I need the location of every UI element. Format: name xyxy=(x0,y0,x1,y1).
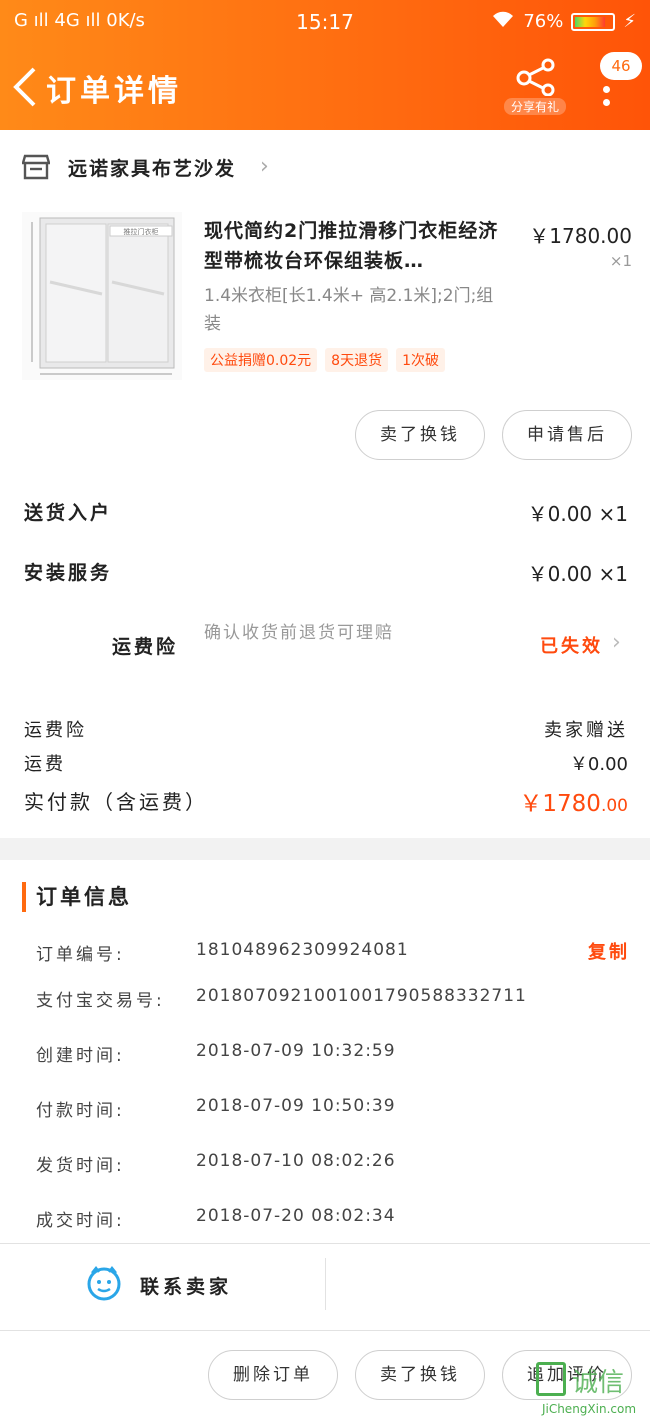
tag-donation: 公益捐赠0.02元 xyxy=(204,348,318,372)
order-number-label: 订单编号: xyxy=(36,945,125,965)
shipped-time-label: 发货时间: xyxy=(36,1156,125,1176)
summary-shipping-value: ￥0.00 xyxy=(569,754,628,775)
service-install-label: 安装服务 xyxy=(24,562,113,584)
shop-name: 远诺家具布艺沙发 xyxy=(68,158,237,180)
paid-time-label: 付款时间: xyxy=(36,1101,125,1121)
summary-shipping-label: 运费 xyxy=(24,754,66,775)
back-arrow-icon[interactable] xyxy=(10,66,40,108)
product-thumbnail[interactable]: 推拉门衣柜 xyxy=(22,212,182,380)
charging-icon: ⚡ xyxy=(623,11,636,32)
created-time-value: 2018-07-09 10:32:59 xyxy=(196,1041,396,1061)
contact-seller-button[interactable]: 联系卖家 xyxy=(140,1272,232,1299)
divider xyxy=(0,1243,650,1244)
chevron-right-icon[interactable]: › xyxy=(612,630,621,655)
service-delivery-label: 送货入户 xyxy=(24,502,113,524)
sell-for-cash-button-bottom[interactable]: 卖了换钱 xyxy=(355,1350,485,1400)
message-badge[interactable]: 46 xyxy=(600,52,642,80)
tag-return: 8天退货 xyxy=(325,348,389,372)
section-gap xyxy=(0,838,650,860)
summary-paid-value: ￥1780.00 xyxy=(519,791,628,817)
insurance-status[interactable]: 已失效 xyxy=(540,632,603,658)
nav-bar: 订单详情 分享有礼 46 xyxy=(0,52,650,122)
more-menu-icon[interactable] xyxy=(601,80,611,130)
status-bar: G ıll 4G ıll 0K/s 15:17 76% ⚡ xyxy=(0,0,650,44)
page-title: 订单详情 xyxy=(46,74,182,109)
watermark-url: JiChengXin.com xyxy=(541,1402,637,1416)
alipay-trade-no-label: 支付宝交易号: xyxy=(36,991,165,1011)
product-tags: 公益捐赠0.02元 8天退货 1次破 xyxy=(204,348,446,372)
delete-order-button[interactable]: 删除订单 xyxy=(208,1350,338,1400)
service-install-value: ￥0.00 ×1 xyxy=(527,562,628,586)
watermark-logo-icon xyxy=(536,1362,566,1396)
wifi-icon xyxy=(491,10,515,33)
product-spec: 1.4米衣柜[长1.4米+ 高2.1米];2门;组装 xyxy=(204,286,494,334)
divider xyxy=(0,1330,650,1331)
copy-button[interactable]: 复制 xyxy=(588,938,630,964)
product-price: ￥1780.00 xyxy=(529,224,632,248)
order-number-value: 181048962309924081 xyxy=(196,940,409,960)
battery-level: 76% xyxy=(523,11,564,32)
battery-icon xyxy=(571,12,616,31)
created-time-label: 创建时间: xyxy=(36,1046,125,1066)
share-icon xyxy=(516,58,555,97)
vertical-divider xyxy=(325,1258,326,1310)
completed-time-label: 成交时间: xyxy=(36,1211,125,1231)
insurance-description: 确认收货前退货可理赔 xyxy=(204,623,394,643)
shipped-time-value: 2018-07-10 08:02:26 xyxy=(196,1151,396,1171)
sell-for-cash-button[interactable]: 卖了换钱 xyxy=(355,410,485,460)
product-image-caption: 推拉门衣柜 xyxy=(124,227,159,236)
paid-time-value: 2018-07-09 10:50:39 xyxy=(196,1096,396,1116)
alipay-trade-no-value: 2018070921001001790588332711 xyxy=(196,986,527,1006)
app-header: G ıll 4G ıll 0K/s 15:17 76% ⚡ 订单详情 分享有礼 … xyxy=(0,0,650,130)
completed-time-value: 2018-07-20 08:02:34 xyxy=(196,1206,396,1226)
share-label: 分享有礼 xyxy=(504,98,566,115)
site-watermark: 诚信 JiChengXin.com xyxy=(528,1362,650,1421)
order-info-heading: 订单信息 xyxy=(22,882,132,912)
tag-breakage: 1次破 xyxy=(396,348,446,372)
product-title[interactable]: 现代简约2门推拉滑移门衣柜经济型带梳妆台环保组装板… xyxy=(204,216,514,276)
chevron-right-icon: › xyxy=(260,154,269,179)
insurance-label: 运费险 xyxy=(112,636,179,658)
summary-insurance-label: 运费险 xyxy=(24,720,87,741)
watermark-text: 诚信 xyxy=(572,1368,625,1398)
service-delivery-value: ￥0.00 ×1 xyxy=(527,502,628,526)
apply-after-sale-button[interactable]: 申请售后 xyxy=(502,410,632,460)
store-icon xyxy=(21,154,51,180)
summary-insurance-value: 卖家赠送 xyxy=(544,720,628,741)
shop-row[interactable]: 远诺家具布艺沙发 › xyxy=(0,140,650,196)
product-quantity: ×1 xyxy=(609,252,632,270)
share-button[interactable]: 分享有礼 xyxy=(504,58,566,118)
chat-icon[interactable] xyxy=(86,1265,122,1305)
summary-paid-label: 实付款（含运费） xyxy=(24,790,208,814)
